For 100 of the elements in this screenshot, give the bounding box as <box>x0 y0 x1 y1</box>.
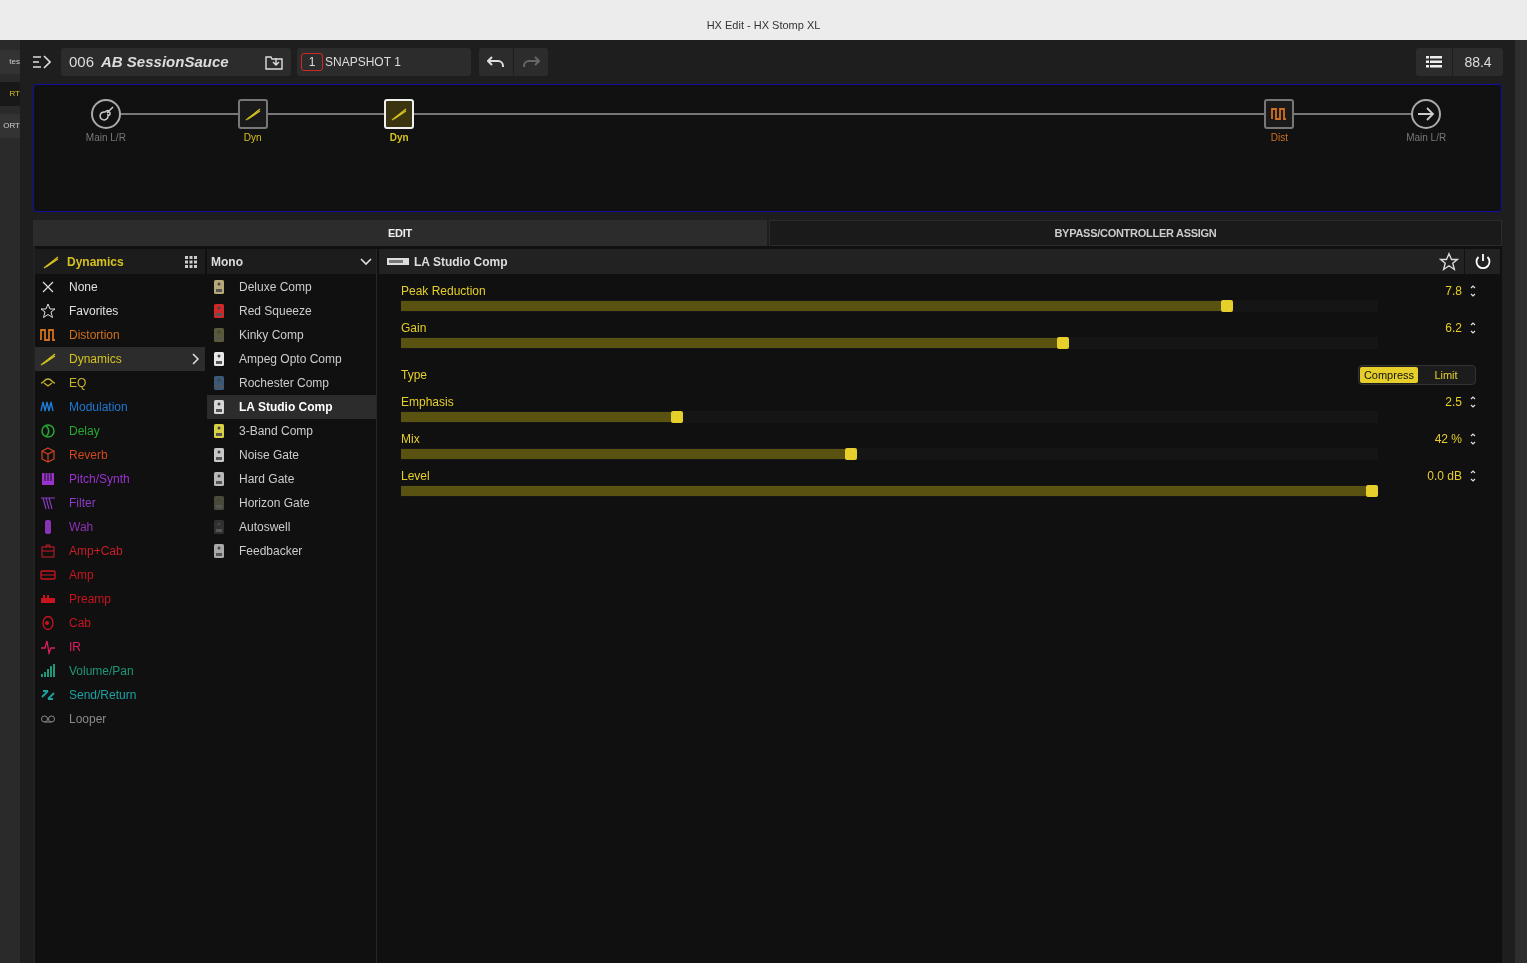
slider-track[interactable] <box>401 337 1378 349</box>
model-item[interactable]: 3-Band Comp <box>207 419 376 443</box>
arrow-right-icon <box>1416 106 1437 122</box>
model-item[interactable]: LA Studio Comp <box>207 395 376 419</box>
model-item[interactable]: Kinky Comp <box>207 323 376 347</box>
model-item[interactable]: Red Squeeze <box>207 299 376 323</box>
pulse-icon <box>40 639 56 655</box>
param-label: Level <box>401 468 431 485</box>
param-value: 2.5 <box>1445 394 1462 411</box>
category-item[interactable]: Volume/Pan <box>35 659 205 683</box>
output-node[interactable] <box>1411 99 1442 129</box>
snapshot-selector[interactable]: 1 SNAPSHOT 1 <box>297 48 471 76</box>
star-icon <box>40 303 56 319</box>
param-label: Mix <box>401 431 421 448</box>
circle-icon <box>40 423 56 439</box>
segment-option[interactable]: Compress <box>1359 366 1418 383</box>
category-item[interactable]: Modulation <box>35 395 205 419</box>
param-label: Gain <box>401 320 428 337</box>
model-item[interactable]: Noise Gate <box>207 443 376 467</box>
slider-track[interactable] <box>401 300 1378 312</box>
stepper-icon[interactable] <box>1470 321 1476 335</box>
param-value: 6.2 <box>1445 320 1462 337</box>
arrows-icon <box>40 687 56 703</box>
block-label: Dist <box>1270 131 1289 145</box>
category-item[interactable]: None <box>35 275 205 299</box>
stepper-icon[interactable] <box>1470 284 1476 298</box>
diagonal-lines-icon <box>40 351 56 367</box>
bars-icon <box>40 663 56 679</box>
segment-option[interactable]: Limit <box>1418 366 1474 383</box>
category-item[interactable]: Looper <box>35 707 205 731</box>
model-item[interactable]: Hard Gate <box>207 467 376 491</box>
stepper-icon[interactable] <box>1470 432 1476 446</box>
preset-selector[interactable]: 006 AB SessionSauce <box>61 48 291 76</box>
window-title: HX Edit - HX Stomp XL <box>706 17 821 33</box>
list-view-button[interactable] <box>1416 48 1452 76</box>
param-value: 0.0 dB <box>1427 468 1462 485</box>
category-item[interactable]: Delay <box>35 419 205 443</box>
category-item[interactable]: Reverb <box>35 443 205 467</box>
grid-icon[interactable] <box>185 255 197 268</box>
square-wave-icon <box>40 327 56 343</box>
keyboard-icon <box>40 471 56 487</box>
preset-number: 006 <box>69 51 95 72</box>
tempo-button[interactable]: 88.4 <box>1453 48 1503 76</box>
slider-thumb[interactable] <box>1366 485 1378 497</box>
side-tab[interactable]: ORT <box>0 114 20 138</box>
slider-track[interactable] <box>401 448 1378 460</box>
model-item[interactable]: Deluxe Comp <box>207 275 376 299</box>
side-tab[interactable]: tes <box>0 50 20 74</box>
category-item[interactable]: IR <box>35 635 205 659</box>
undo-button[interactable] <box>479 48 513 76</box>
category-item[interactable]: Send/Return <box>35 683 205 707</box>
cube-icon <box>40 447 56 463</box>
param-value: 42 % <box>1434 431 1462 448</box>
model-title: LA Studio Comp <box>414 253 509 271</box>
slider-thumb[interactable] <box>1221 300 1234 312</box>
star-icon <box>1439 251 1459 272</box>
category-item[interactable]: Distortion <box>35 323 205 347</box>
menu-icon[interactable] <box>33 55 51 69</box>
model-item[interactable]: Rochester Comp <box>207 371 376 395</box>
block-label: Dyn <box>243 131 262 145</box>
category-item[interactable]: EQ <box>35 371 205 395</box>
slider-thumb[interactable] <box>671 411 684 423</box>
amp-unit-icon <box>387 258 409 265</box>
undo-icon <box>487 55 505 69</box>
model-item[interactable]: Feedbacker <box>207 539 376 563</box>
param-label: Type <box>401 366 428 384</box>
list-icon <box>1426 56 1442 68</box>
param-value: 7.8 <box>1445 283 1462 300</box>
effect-block[interactable] <box>237 99 268 129</box>
x-icon <box>40 279 56 295</box>
stepper-icon[interactable] <box>1470 469 1476 483</box>
chevron-down-icon[interactable] <box>360 257 372 266</box>
speaker-icon <box>40 615 56 631</box>
slider-track[interactable] <box>401 411 1378 423</box>
chevron-right-icon <box>192 353 200 365</box>
block-label: Main L/R <box>1406 131 1447 145</box>
input-node[interactable] <box>90 99 121 129</box>
side-tab[interactable]: RT <box>0 82 20 106</box>
model-item[interactable]: Autoswell <box>207 515 376 539</box>
preset-name: AB SessionSauce <box>101 51 230 72</box>
slider-track[interactable] <box>401 485 1378 497</box>
tab[interactable]: EDIT <box>33 220 767 246</box>
model-item[interactable]: Horizon Gate <box>207 491 376 515</box>
slider-thumb[interactable] <box>1057 337 1070 349</box>
redo-icon <box>522 55 540 69</box>
save-icon[interactable] <box>265 54 283 70</box>
amp-case-icon <box>40 543 56 559</box>
category-item[interactable]: Dynamics <box>35 347 205 371</box>
model-item[interactable]: Ampeg Opto Comp <box>207 347 376 371</box>
block-label: Dyn <box>389 131 409 145</box>
tab[interactable]: BYPASS/CONTROLLER ASSIGN <box>769 220 1502 246</box>
power-icon <box>1473 252 1492 271</box>
param-label: Peak Reduction <box>401 283 487 300</box>
category-item[interactable]: Favorites <box>35 299 205 323</box>
param-label: Emphasis <box>401 394 455 411</box>
snapshot-number: 1 <box>301 53 323 71</box>
filter-icon <box>40 495 56 511</box>
stepper-icon[interactable] <box>1470 395 1476 409</box>
block-label: Main L/R <box>85 131 126 145</box>
snapshot-name: SNAPSHOT 1 <box>325 54 401 71</box>
